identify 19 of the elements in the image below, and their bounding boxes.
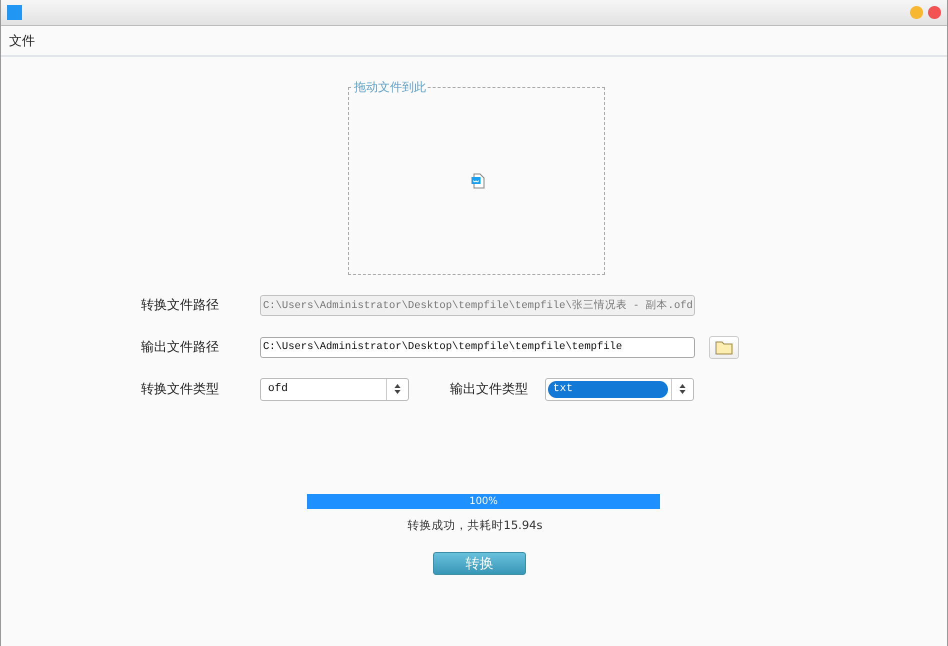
drop-zone-label: 拖动文件到此 [353,80,427,94]
app-icon [7,5,22,20]
spinner-icon [394,383,401,395]
field-label: 输出文件类型 [450,381,529,398]
type-select[interactable]: ofd [260,378,409,400]
spinner-icon [679,383,686,395]
status-message: 转换成功，共耗时15.94s [406,518,544,533]
field-label: 转换文件路径 [141,297,220,314]
menu-item[interactable]: 文件 [1,32,43,50]
browse-button[interactable] [709,336,739,358]
progress-reading: 100% [469,496,498,507]
field-label: 转换文件类型 [141,381,220,398]
file-icon [470,173,484,189]
folder-icon [715,340,733,354]
close-button[interactable] [928,6,941,19]
field-label: 输出文件路径 [141,339,220,356]
minimize-button[interactable] [910,6,923,19]
type-select[interactable]: txt [545,378,694,400]
path-field[interactable]: C:\Users\Administrator\Desktop\tempfile\tempfile\tempfile [260,336,695,358]
